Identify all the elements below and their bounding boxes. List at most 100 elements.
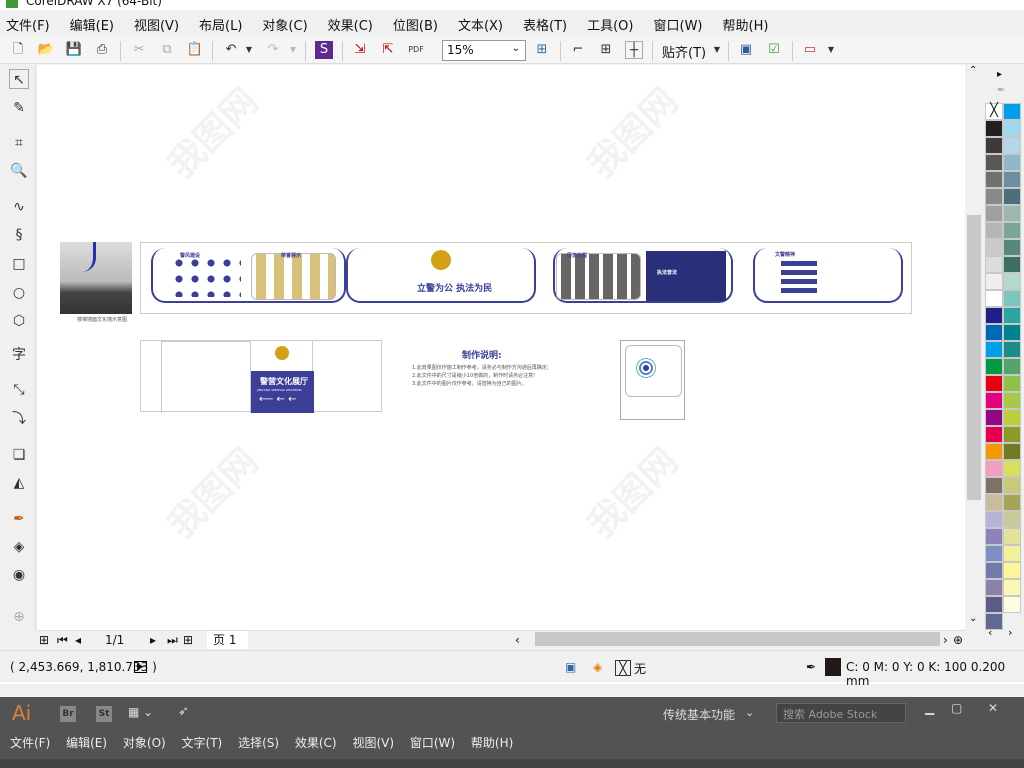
ai-menu-file[interactable]: 文件(F) [10,736,50,750]
color-swatch[interactable] [1003,137,1021,154]
import-icon[interactable]: ⇲ [351,41,369,59]
color-swatch[interactable] [1003,154,1021,171]
menu-text[interactable]: 文本(X) [458,15,503,34]
no-color-swatch[interactable]: ╳ [985,103,1003,120]
gpu-rocket-icon[interactable]: ➶ [178,704,189,719]
color-swatch[interactable] [1003,579,1021,596]
menu-effects[interactable]: 效果(C) [328,15,373,34]
menu-layout[interactable]: 布局(L) [199,15,242,34]
color-swatch[interactable] [1003,409,1021,426]
dimension-tool-icon[interactable]: ⤡ [9,380,29,400]
color-swatch[interactable] [985,579,1003,596]
show-grid-icon[interactable]: ⊞ [597,41,615,59]
color-swatch[interactable] [1003,222,1021,239]
color-swatch[interactable] [1003,426,1021,443]
scroll-thumb[interactable] [967,215,981,500]
menu-window[interactable]: 窗口(W) [654,15,703,34]
shape-tool-icon[interactable]: ✎ [9,98,29,118]
arrange-documents-icon[interactable]: ▦ ⌄ [128,705,153,719]
scroll-down-icon[interactable]: ⌄ [969,613,977,624]
adobe-stock-search[interactable]: 搜索 Adobe Stock [776,703,906,723]
color-swatch[interactable] [1003,477,1021,494]
color-swatch[interactable] [985,426,1003,443]
color-swatch[interactable] [985,239,1003,256]
color-swatch[interactable] [985,613,1003,630]
color-swatch[interactable] [1003,307,1021,324]
color-swatch[interactable] [985,307,1003,324]
ai-menu-view[interactable]: 视图(V) [352,736,394,750]
scroll-up-icon[interactable]: ⌃ [969,65,977,76]
color-swatch[interactable] [985,358,1003,375]
drop-shadow-icon[interactable]: ❏ [9,445,29,465]
copy-icon[interactable]: ⧉ [158,41,176,59]
new-document-icon[interactable]: 🗋 [9,41,27,59]
chevron-down-icon[interactable]: ⌄ [745,706,754,719]
menu-view[interactable]: 视图(V) [134,15,179,34]
color-swatch[interactable] [1003,460,1021,477]
ai-menu-select[interactable]: 选择(S) [238,736,279,750]
color-swatch[interactable] [985,562,1003,579]
undo-dropdown-icon[interactable]: ▼ [240,41,258,59]
add-page-icon[interactable]: ⊞ [39,633,49,647]
color-swatch[interactable] [1003,273,1021,290]
outline-pen-icon[interactable]: ✒ [806,660,816,674]
palette-eyedropper-icon[interactable]: ✒ [997,85,1005,96]
color-swatch[interactable] [985,290,1003,307]
color-swatch[interactable] [985,409,1003,426]
color-proofing-icon[interactable]: ▣ [565,660,576,674]
show-guidelines-icon[interactable]: ┼ [625,41,643,59]
color-swatch[interactable] [985,375,1003,392]
color-swatch[interactable] [1003,375,1021,392]
color-swatch[interactable] [985,460,1003,477]
color-swatch[interactable] [985,494,1003,511]
first-page-icon[interactable]: ⏮ [57,633,68,648]
cut-icon[interactable]: ✂ [130,41,148,59]
pick-tool-icon[interactable]: ↖ [9,69,29,89]
artistic-media-icon[interactable]: § [9,225,29,245]
scroll-right-icon[interactable]: › [943,633,948,647]
color-swatch[interactable] [985,205,1003,222]
ai-menu-type[interactable]: 文字(T) [182,736,223,750]
color-swatch[interactable] [1003,443,1021,460]
color-swatch[interactable] [1003,562,1021,579]
color-swatch[interactable] [985,392,1003,409]
menu-help[interactable]: 帮助(H) [723,15,769,34]
menu-table[interactable]: 表格(T) [523,15,567,34]
checklist-icon[interactable]: ☑ [765,41,783,59]
undo-icon[interactable]: ↶ [222,41,240,59]
rectangle-tool-icon[interactable]: □ [9,254,29,274]
show-rulers-icon[interactable]: ⌐ [569,41,587,59]
close-button[interactable]: ✕ [988,701,998,715]
export-icon[interactable]: ⇱ [379,41,397,59]
palette-arrow-icon[interactable]: ▸ [997,69,1002,80]
options-icon[interactable]: ▣ [737,41,755,59]
color-swatch[interactable] [985,154,1003,171]
corel-connect-icon[interactable]: S [315,41,333,59]
color-swatch[interactable] [985,545,1003,562]
menu-file[interactable]: 文件(F) [6,15,50,34]
ai-menu-effect[interactable]: 效果(C) [295,736,337,750]
zoom-tool-icon[interactable]: 🔍 [9,161,29,181]
color-swatch[interactable] [1003,341,1021,358]
horizontal-scrollbar-thumb[interactable] [535,632,940,646]
color-swatch[interactable] [1003,494,1021,511]
color-swatch[interactable] [1003,545,1021,562]
color-swatch[interactable] [1003,120,1021,137]
color-swatch[interactable] [1003,171,1021,188]
save-icon[interactable]: 💾 [65,41,83,59]
color-swatch[interactable] [1003,239,1021,256]
color-swatch[interactable] [1003,511,1021,528]
open-icon[interactable]: 📂 [37,41,55,59]
crop-tool-icon[interactable]: ⌗ [9,133,29,153]
smart-fill-icon[interactable]: ◉ [9,565,29,585]
last-page-icon[interactable]: ⏭ [167,633,178,648]
color-swatch[interactable] [985,443,1003,460]
chevron-down-icon[interactable]: ▼ [822,41,840,59]
play-icon[interactable]: ▶ [134,661,147,673]
freehand-tool-icon[interactable]: ∿ [9,197,29,217]
color-swatch[interactable] [985,477,1003,494]
redo-dropdown-icon[interactable]: ▼ [284,41,302,59]
fill-icon[interactable]: ◈ [593,660,602,674]
color-swatch[interactable] [1003,188,1021,205]
page-tab[interactable]: 页 1 [207,631,249,649]
